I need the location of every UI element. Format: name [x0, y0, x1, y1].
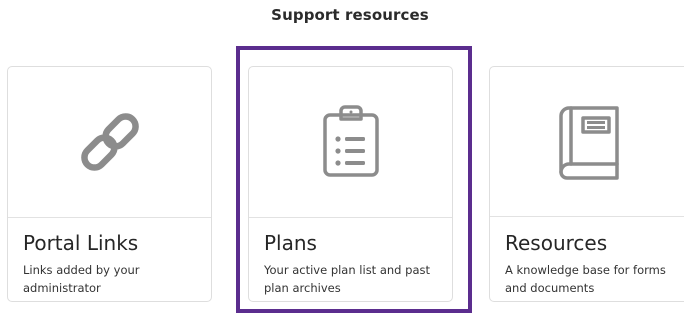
clipboard-list-icon — [321, 105, 381, 179]
card-title: Portal Links — [23, 231, 139, 255]
card-description: Links added by your administrator — [23, 263, 140, 295]
support-resources-page: Support resources Portal Links Links add… — [0, 0, 684, 316]
card-icon-area — [249, 67, 452, 218]
card-icon-area — [490, 67, 684, 217]
card-description: Your active plan list and past plan arch… — [264, 263, 430, 295]
card-title: Resources — [505, 231, 608, 255]
link-icon — [75, 107, 145, 177]
resources-card[interactable]: Resources A knowledge base for forms and… — [489, 66, 684, 302]
plans-card[interactable]: Plans Your active plan list and past pla… — [248, 66, 453, 302]
section-title: Support resources — [271, 6, 429, 24]
portal-links-card[interactable]: Portal Links Links added by your adminis… — [7, 66, 212, 302]
card-title: Plans — [264, 231, 317, 255]
card-description: A knowledge base for forms and documents — [505, 263, 666, 295]
card-icon-area — [8, 67, 211, 218]
book-icon — [555, 104, 625, 180]
